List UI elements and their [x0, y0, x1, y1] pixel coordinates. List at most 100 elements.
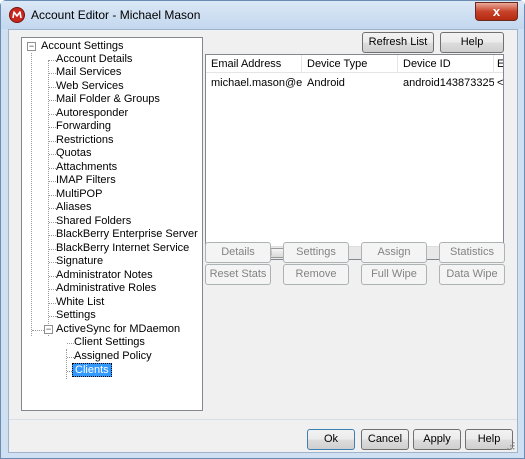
tree-guide-line [48, 60, 49, 336]
apply-button[interactable]: Apply [413, 429, 461, 450]
tree-item-clients[interactable]: Clients [72, 363, 112, 377]
tree-connector [49, 303, 56, 304]
tree-item-label: ActiveSync for MDaemon [56, 323, 181, 335]
tree-item-mail-services[interactable]: Mail Services [56, 66, 121, 79]
tree-item-blackberry-internet-service[interactable]: BlackBerry Internet Service [56, 242, 189, 255]
tree-item-label: Quotas [56, 147, 92, 159]
tree-connector [49, 235, 56, 236]
tree-item-aliases[interactable]: Aliases [56, 201, 91, 214]
full-wipe-button[interactable]: Full Wipe [361, 264, 427, 285]
tree-item-attachments[interactable]: Attachments [56, 161, 117, 174]
column-header-device-id[interactable]: Device ID [398, 55, 494, 73]
tree-guide-line [66, 349, 67, 379]
tree-item-blackberry-enterprise-server[interactable]: BlackBerry Enterprise Server [56, 228, 198, 241]
title-bar[interactable]: Account Editor - Michael Mason x [1, 1, 524, 29]
tree-item-administrator-notes[interactable]: Administrator Notes [56, 269, 153, 282]
tree-connector [49, 222, 56, 223]
tree-item-signature[interactable]: Signature [56, 255, 103, 268]
settings-tree[interactable]: − Account Settings Account Details Mail … [21, 37, 203, 411]
tree-connector [49, 100, 56, 101]
column-header-device-type[interactable]: Device Type [302, 55, 398, 73]
tree-item-client-settings[interactable]: Client Settings [74, 336, 145, 349]
dialog-body: − Account Settings Account Details Mail … [8, 29, 518, 453]
tree-connector [67, 343, 74, 344]
cell-device-type: Android [307, 77, 345, 89]
tree-item-label: Restrictions [56, 134, 114, 146]
collapse-icon[interactable]: − [44, 325, 53, 334]
tree-item-label: Administrative Roles [56, 282, 157, 294]
tree-item-label: White List [56, 296, 105, 308]
tree-connector [49, 73, 56, 74]
data-wipe-button[interactable]: Data Wipe [439, 264, 505, 285]
reset-stats-button[interactable]: Reset Stats [205, 264, 271, 285]
tree-item-mail-folder-groups[interactable]: Mail Folder & Groups [56, 93, 160, 106]
tree-connector [49, 208, 56, 209]
tree-item-label: Forwarding [56, 120, 112, 132]
refresh-list-button[interactable]: Refresh List [362, 32, 434, 53]
remove-button[interactable]: Remove [283, 264, 349, 285]
tree-item-forwarding[interactable]: Forwarding [56, 120, 111, 133]
help-top-button[interactable]: Help [440, 32, 504, 53]
tree-connector [49, 316, 56, 317]
collapse-icon[interactable]: − [27, 42, 36, 51]
tree-item-settings[interactable]: Settings [56, 309, 96, 322]
close-button[interactable]: x [475, 2, 518, 21]
devices-list[interactable]: Email Address Device Type Device ID Ef m… [205, 54, 504, 260]
tree-connector [49, 262, 56, 263]
tree-item-label: Mail Services [56, 66, 122, 78]
tree-connector [49, 60, 56, 61]
tree-connector [49, 249, 56, 250]
tree-item-administrative-roles[interactable]: Administrative Roles [56, 282, 156, 295]
tree-item-label: Aliases [56, 201, 92, 213]
tree-connector [49, 289, 56, 290]
tree-root-account-settings[interactable]: Account Settings [41, 40, 124, 53]
statistics-button[interactable]: Statistics [439, 242, 505, 263]
tree-connector [49, 195, 56, 196]
close-icon: x [492, 4, 501, 19]
resize-grip-icon[interactable] [505, 440, 515, 450]
tree-item-label: Account Settings [41, 40, 124, 52]
tree-connector [49, 154, 56, 155]
tree-item-shared-folders[interactable]: Shared Folders [56, 215, 131, 228]
ok-button[interactable]: Ok [307, 429, 355, 450]
tree-connector [49, 168, 56, 169]
tree-connector [49, 181, 56, 182]
tree-item-label: Client Settings [74, 336, 145, 348]
tree-item-restrictions[interactable]: Restrictions [56, 134, 113, 147]
tree-item-activesync[interactable]: ActiveSync for MDaemon [56, 323, 180, 336]
cell-truncated: <\ [497, 77, 503, 89]
footer-separator [9, 419, 517, 420]
settings-button[interactable]: Settings [283, 242, 349, 263]
cancel-button[interactable]: Cancel [361, 429, 409, 450]
tree-connector [49, 87, 56, 88]
tree-item-label: MultiPOP [56, 188, 103, 200]
tree-item-imap-filters[interactable]: IMAP Filters [56, 174, 116, 187]
tree-item-label: BlackBerry Enterprise Server [56, 228, 198, 240]
tree-connector [49, 114, 56, 115]
account-editor-window: Account Editor - Michael Mason x − Accou… [0, 0, 525, 459]
tree-item-assigned-policy[interactable]: Assigned Policy [74, 350, 152, 363]
tree-item-label: Mail Folder & Groups [56, 93, 160, 105]
mdaemon-app-icon [9, 7, 25, 23]
tree-item-label: Web Services [56, 80, 124, 92]
tree-connector [49, 127, 56, 128]
tree-item-white-list[interactable]: White List [56, 296, 104, 309]
tree-guide-line [31, 53, 32, 336]
tree-connector [32, 330, 44, 331]
tree-item-multipop[interactable]: MultiPOP [56, 188, 102, 201]
tree-item-quotas[interactable]: Quotas [56, 147, 91, 160]
column-header-email[interactable]: Email Address [206, 55, 302, 73]
tree-item-account-details[interactable]: Account Details [56, 53, 132, 66]
tree-item-label: Assigned Policy [74, 350, 152, 362]
tree-item-label: Clients [72, 363, 112, 377]
tree-item-autoresponder[interactable]: Autoresponder [56, 107, 128, 120]
tree-item-label: IMAP Filters [56, 174, 116, 186]
details-button[interactable]: Details [205, 242, 271, 263]
column-header-truncated[interactable]: Ef [494, 55, 503, 73]
window-title: Account Editor - Michael Mason [31, 8, 201, 22]
tree-item-label: Shared Folders [56, 215, 132, 227]
tree-item-label: Administrator Notes [56, 269, 153, 281]
tree-item-web-services[interactable]: Web Services [56, 80, 124, 93]
assign-policy-button[interactable]: Assign Policy [361, 242, 427, 277]
cell-email: michael.mason@exam... [211, 77, 302, 89]
